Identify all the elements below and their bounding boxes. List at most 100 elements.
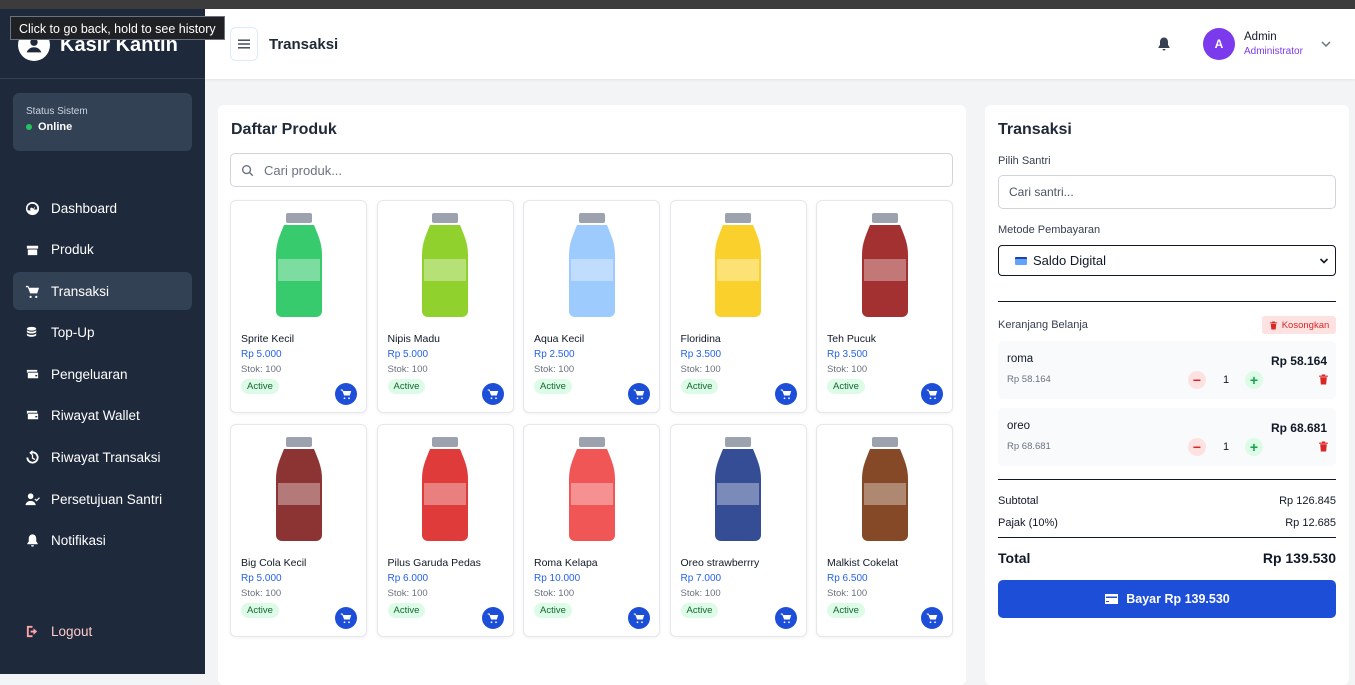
add-to-cart-button[interactable] bbox=[335, 383, 357, 405]
product-price: Rp 6.500 bbox=[827, 573, 868, 584]
product-name: Aqua Kecil bbox=[534, 333, 585, 345]
clear-cart-button[interactable]: Kosongkan bbox=[1262, 316, 1336, 334]
page-title: Transaksi bbox=[269, 36, 339, 53]
product-name: Nipis Madu bbox=[387, 333, 441, 345]
status-badge: Active bbox=[534, 379, 572, 394]
product-search-input[interactable] bbox=[264, 162, 924, 178]
santri-search-input[interactable] bbox=[999, 176, 1335, 208]
product-card[interactable]: Sprite Kecil Rp 5.000 Stok: 100 Active bbox=[230, 200, 367, 413]
sidebar-item-label: Transaksi bbox=[51, 283, 110, 299]
sidebar-nav: Dashboard Produk Transaksi Top-Up Pengel… bbox=[13, 189, 192, 563]
product-card[interactable]: Teh Pucuk Rp 3.500 Stok: 100 Active bbox=[816, 200, 953, 413]
trash-icon[interactable] bbox=[1318, 441, 1329, 452]
status-label: Status Sistem bbox=[26, 106, 88, 117]
cart-icon bbox=[633, 389, 645, 400]
product-card[interactable]: Floridina Rp 3.500 Stok: 100 Active bbox=[669, 200, 807, 413]
payment-method-value: Saldo Digital bbox=[1033, 253, 1106, 268]
user-name: Admin bbox=[1244, 31, 1277, 43]
product-image bbox=[671, 201, 806, 327]
product-card[interactable]: Roma Kelapa Rp 10.000 Stok: 100 Active bbox=[523, 424, 660, 637]
product-card[interactable]: Aqua Kecil Rp 2.500 Stok: 100 Active bbox=[523, 200, 660, 413]
qty-decrease-button[interactable]: − bbox=[1188, 371, 1206, 389]
tax-row: Pajak (10%) Rp 12.685 bbox=[998, 517, 1336, 529]
product-card[interactable]: Pilus Garuda Pedas Rp 6.000 Stok: 100 Activ… bbox=[376, 424, 514, 637]
status-value: Online bbox=[26, 121, 179, 133]
add-to-cart-button[interactable] bbox=[921, 383, 943, 405]
add-to-cart-button[interactable] bbox=[628, 383, 650, 405]
subtotal-label: Subtotal bbox=[998, 495, 1039, 507]
browser-top-strip bbox=[0, 0, 1355, 9]
sidebar-item-pengeluaran[interactable]: Pengeluaran bbox=[13, 355, 192, 393]
sidebar-item-dashboard[interactable]: Dashboard bbox=[13, 189, 192, 227]
qty-increase-button[interactable]: + bbox=[1245, 371, 1263, 389]
cart-icon bbox=[780, 389, 791, 400]
product-price: Rp 2.500 bbox=[534, 349, 575, 360]
sidebar-item-transaksi[interactable]: Transaksi bbox=[13, 272, 192, 311]
product-card[interactable]: Malkist Cokelat Rp 6.500 Stok: 100 Active bbox=[816, 424, 953, 637]
search-icon bbox=[241, 164, 254, 176]
add-to-cart-button[interactable] bbox=[335, 607, 357, 629]
add-to-cart-button[interactable] bbox=[628, 607, 650, 629]
product-card[interactable]: Oreo strawberrry Rp 7.000 Stok: 100 Active bbox=[669, 424, 807, 637]
qty-decrease-button[interactable]: − bbox=[1188, 438, 1206, 456]
sidebar-item-label: Pengeluaran bbox=[51, 366, 128, 382]
product-stock: Stok: 100 bbox=[534, 588, 575, 599]
product-image bbox=[524, 201, 659, 327]
product-list-title: Daftar Produk bbox=[231, 121, 337, 138]
system-status-box: Status Sistem Online bbox=[13, 93, 192, 151]
product-stock: Stok: 100 bbox=[827, 364, 868, 375]
product-price: Rp 5.000 bbox=[241, 349, 282, 360]
product-card[interactable]: Big Cola Kecil Rp 5.000 Stok: 100 Active bbox=[230, 424, 367, 637]
menu-toggle-button[interactable] bbox=[230, 27, 258, 61]
product-stock: Stok: 100 bbox=[241, 588, 282, 599]
cart-item: oreo Rp 68.681 Rp 68.681 − 1 + bbox=[998, 408, 1336, 466]
user-check-icon bbox=[25, 493, 40, 505]
box-icon bbox=[26, 245, 39, 256]
product-price: Rp 10.000 bbox=[534, 573, 581, 584]
sidebar-item-label: Top-Up bbox=[51, 325, 95, 341]
product-stock: Stok: 100 bbox=[387, 364, 428, 375]
cart-icon bbox=[487, 389, 498, 400]
qty-increase-button[interactable]: + bbox=[1245, 438, 1263, 456]
add-to-cart-button[interactable] bbox=[774, 607, 797, 629]
notification-bell-icon[interactable] bbox=[1156, 36, 1172, 52]
add-to-cart-button[interactable] bbox=[774, 383, 797, 405]
sidebar-item-topup[interactable]: Top-Up bbox=[13, 314, 192, 352]
clear-cart-label: Kosongkan bbox=[1281, 319, 1330, 331]
sidebar-item-persetujuan-santri[interactable]: Persetujuan Santri bbox=[13, 480, 192, 518]
product-name: Big Cola Kecil bbox=[241, 557, 307, 569]
add-to-cart-button[interactable] bbox=[481, 607, 504, 629]
avatar[interactable]: A bbox=[1203, 28, 1235, 60]
cart-item-qty: 1 bbox=[1223, 441, 1230, 453]
payment-method-select[interactable]: Saldo Digital bbox=[998, 245, 1336, 276]
add-to-cart-button[interactable] bbox=[921, 607, 943, 629]
product-price: Rp 3.500 bbox=[680, 349, 722, 360]
sidebar-item-label: Notifikasi bbox=[51, 533, 106, 549]
status-badge: Active bbox=[534, 603, 572, 618]
product-stock: Stok: 100 bbox=[534, 364, 575, 375]
cart-label: Keranjang Belanja bbox=[998, 319, 1088, 331]
chevron-down-icon[interactable] bbox=[1319, 37, 1333, 51]
sidebar-item-riwayat-transaksi[interactable]: Riwayat Transaksi bbox=[13, 439, 192, 477]
santri-search bbox=[998, 175, 1336, 209]
cart-item-unit-price: Rp 68.681 bbox=[1007, 441, 1051, 452]
product-card[interactable]: Nipis Madu Rp 5.000 Stok: 100 Active bbox=[376, 200, 514, 413]
credit-card-icon bbox=[1105, 594, 1119, 604]
status-badge: Active bbox=[387, 379, 426, 394]
trash-icon[interactable] bbox=[1318, 374, 1329, 385]
status-text: Online bbox=[38, 121, 73, 133]
product-image bbox=[524, 425, 659, 551]
sidebar-item-notifikasi[interactable]: Notifikasi bbox=[13, 522, 192, 560]
pay-button[interactable]: Bayar Rp 139.530 bbox=[998, 580, 1336, 618]
product-stock: Stok: 100 bbox=[680, 364, 721, 375]
product-image bbox=[378, 425, 513, 551]
sidebar-item-produk[interactable]: Produk bbox=[13, 231, 192, 269]
status-badge: Active bbox=[680, 603, 719, 618]
sidebar-item-riwayat-wallet[interactable]: Riwayat Wallet bbox=[13, 397, 192, 435]
status-badge: Active bbox=[387, 603, 426, 618]
product-image bbox=[817, 201, 952, 327]
product-stock: Stok: 100 bbox=[680, 588, 721, 599]
logout-button[interactable]: Logout bbox=[25, 624, 92, 639]
add-to-cart-button[interactable] bbox=[481, 383, 504, 405]
product-price: Rp 6.000 bbox=[387, 573, 429, 584]
